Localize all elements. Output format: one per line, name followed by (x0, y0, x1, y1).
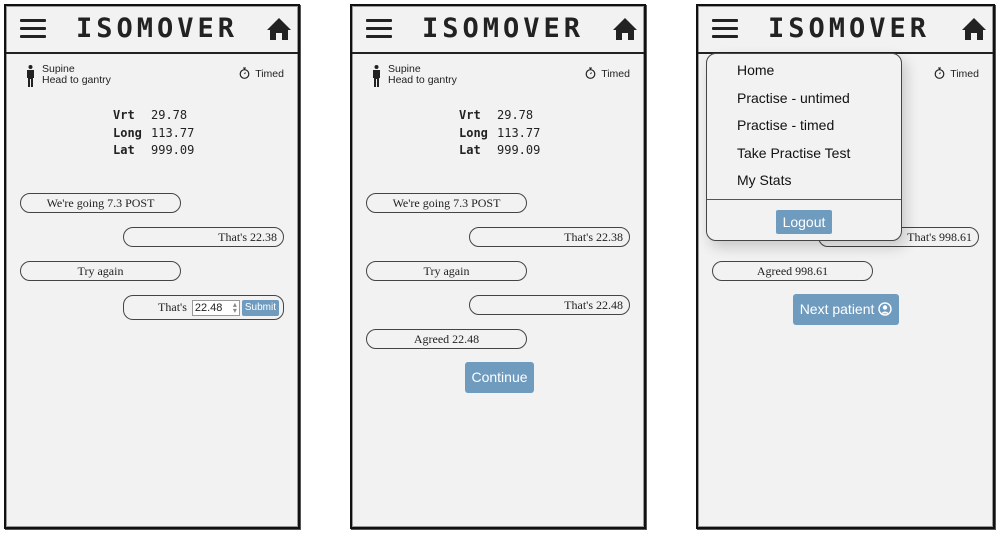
message-bubble: We're going 7.3 POST (20, 193, 181, 213)
stopwatch-icon (239, 67, 250, 79)
submit-button[interactable]: Submit (241, 300, 279, 317)
next-patient-button[interactable]: Next patient (793, 294, 899, 325)
menu-item-practise-timed[interactable]: Practise - timed (707, 112, 901, 140)
menu-item-take-practise-test[interactable]: Take Practise Test (707, 140, 901, 168)
coord-row: Vrt 29.78 (459, 108, 534, 122)
mode-indicator: Timed (934, 67, 979, 80)
patient-orientation: Head to gantry (42, 74, 111, 86)
continue-button[interactable]: Continue (465, 362, 534, 393)
menu-item-home[interactable]: Home (707, 57, 901, 85)
app-logo: ISOMOVER (76, 13, 239, 44)
screen-menu-open: ISOMOVER Timed That's 998.61 Agreed 998.… (696, 4, 995, 529)
menu-item-my-stats[interactable]: My Stats (707, 167, 901, 195)
stopwatch-icon (934, 67, 945, 79)
app-logo: ISOMOVER (768, 13, 931, 44)
message-bubble: That's 22.38 (123, 227, 284, 247)
coord-row: Long 113.77 (459, 125, 541, 140)
stopwatch-icon (585, 67, 596, 79)
logout-button[interactable]: Logout (776, 209, 832, 234)
menu-item-practise-untimed[interactable]: Practise - untimed (707, 85, 901, 113)
mode-indicator: Timed (239, 67, 284, 80)
coordinates: Vrt 29.78 Long 113.77 Lat 999.09 (113, 107, 194, 160)
hamburger-menu-icon[interactable] (20, 19, 46, 39)
hamburger-menu-icon[interactable] (366, 19, 392, 39)
coord-row: Lat 999.09 (459, 143, 541, 157)
person-icon (373, 65, 380, 87)
coord-row: Vrt 29.78 (113, 108, 188, 122)
app-logo: ISOMOVER (422, 13, 585, 44)
patient-orientation: Head to gantry (388, 74, 457, 86)
message-bubble: Agreed 998.61 (712, 261, 873, 281)
mode-label: Timed (950, 68, 979, 80)
patient-info: Supine Head to gantry (372, 64, 457, 87)
coordinates: Vrt 29.78 Long 113.77 Lat 999.09 (459, 107, 540, 160)
message-bubble: Try again (366, 261, 527, 281)
answer-prefix: That's (158, 300, 187, 314)
nav-dropdown-menu: Home Practise - untimed Practise - timed… (706, 53, 902, 241)
mode-label: Timed (255, 68, 284, 80)
home-icon[interactable] (612, 17, 638, 41)
app-header: ISOMOVER (352, 6, 644, 54)
message-bubble: That's 22.38 (469, 227, 630, 247)
screen-answer-input: ISOMOVER Supine Head to gantry Timed Vrt 2… (4, 4, 300, 529)
menu-divider (707, 198, 901, 200)
mode-indicator: Timed (585, 67, 630, 80)
user-circle-icon (878, 302, 892, 316)
mode-label: Timed (601, 68, 630, 80)
patient-info: Supine Head to gantry (26, 64, 111, 87)
message-bubble: Agreed 22.48 (366, 329, 527, 349)
screen-agreed: ISOMOVER Supine Head to gantry Timed Vrt 2… (350, 4, 646, 529)
app-header: ISOMOVER (698, 6, 993, 54)
app-header: ISOMOVER (6, 6, 298, 54)
coord-row: Lat 999.09 (113, 143, 195, 157)
person-icon (27, 65, 34, 87)
spinner-icon[interactable]: ▴ ▾ (233, 301, 237, 315)
message-bubble: We're going 7.3 POST (366, 193, 527, 213)
home-icon[interactable] (266, 17, 292, 41)
coord-row: Long 113.77 (113, 125, 195, 140)
message-bubble: Try again (20, 261, 181, 281)
home-icon[interactable] (961, 17, 987, 41)
answer-number-input[interactable]: 22.48 ▴ ▾ (191, 300, 240, 317)
hamburger-menu-icon[interactable] (712, 19, 738, 39)
message-bubble: That's 22.48 (469, 295, 630, 315)
answer-input-row: That's 22.48 ▴ ▾ Submit (123, 295, 284, 320)
